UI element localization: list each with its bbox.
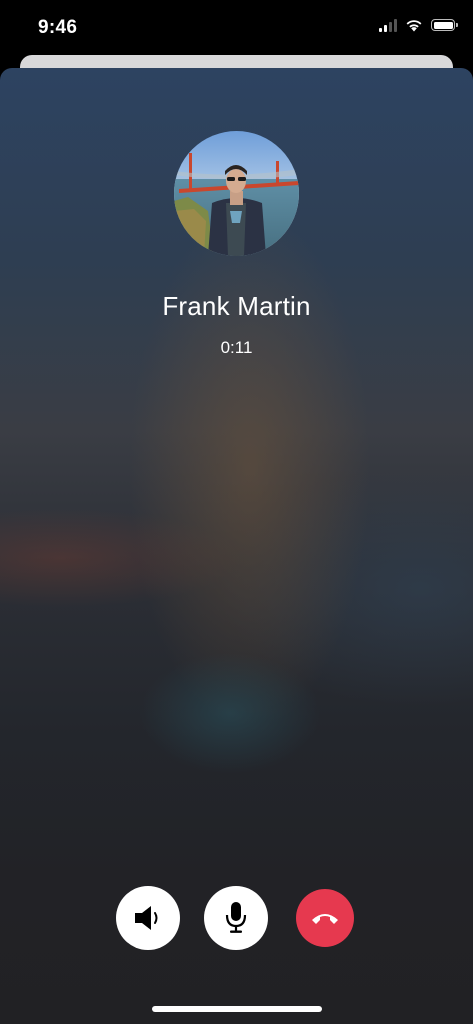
microphone-icon	[225, 902, 247, 933]
call-screen: Frank Martin 0:11	[0, 68, 473, 1024]
call-duration: 0:11	[220, 338, 253, 357]
status-time: 9:46	[38, 17, 78, 38]
wifi-icon	[406, 20, 422, 32]
hang-up-icon	[312, 914, 338, 924]
home-indicator[interactable]	[152, 1006, 322, 1012]
speaker-button[interactable]	[116, 886, 180, 950]
speaker-icon	[135, 906, 158, 930]
mute-button[interactable]	[204, 886, 268, 950]
caller-avatar	[174, 131, 299, 256]
battery-icon	[431, 19, 458, 31]
status-bar: 9:46	[0, 0, 473, 56]
caller-name: Frank Martin	[162, 291, 311, 321]
end-call-button[interactable]	[296, 889, 354, 947]
status-icons	[379, 18, 458, 32]
cellular-signal-icon	[379, 18, 397, 32]
